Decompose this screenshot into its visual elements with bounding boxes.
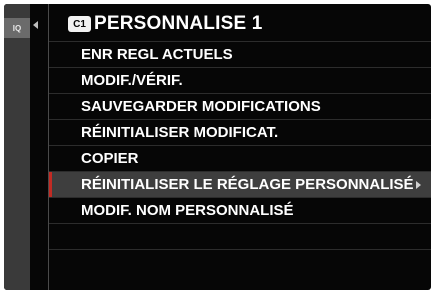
chevron-left-icon[interactable] [33, 21, 38, 29]
menu-item-edit-custom-name[interactable]: MODIF. NOM PERSONNALISÉ [49, 197, 431, 223]
menu-item-edit-check[interactable]: MODIF./VÉRIF. [49, 67, 431, 93]
menu-list: ENR REGL ACTUELS MODIF./VÉRIF. SAUVEGARD… [49, 41, 431, 275]
menu-item-label: MODIF. NOM PERSONNALISÉ [81, 202, 294, 219]
menu-item-save-current-settings[interactable]: ENR REGL ACTUELS [49, 41, 431, 67]
empty-menu-row [49, 223, 431, 249]
page-title: PERSONNALISE 1 [94, 13, 263, 34]
menu-item-save-changes[interactable]: SAUVEGARDER MODIFICATIONS [49, 93, 431, 119]
menu-item-label: COPIER [81, 150, 139, 167]
menu-item-label: SAUVEGARDER MODIFICATIONS [81, 98, 321, 115]
custom-setting-badge: C1 [68, 16, 91, 32]
menu-item-label: RÉINITIALISER LE RÉGLAGE PERSONNALISÉ [81, 176, 414, 193]
empty-menu-row [49, 249, 431, 275]
menu-item-reset-custom-setting[interactable]: RÉINITIALISER LE RÉGLAGE PERSONNALISÉ [49, 171, 431, 197]
menu-item-label: ENR REGL ACTUELS [81, 46, 233, 63]
menu-header: C1 PERSONNALISE 1 [68, 10, 263, 38]
image-quality-tab[interactable]: IQ [4, 18, 30, 38]
menu-item-reset-changes[interactable]: RÉINITIALISER MODIFICAT. [49, 119, 431, 145]
side-tab-strip: IQ [4, 4, 30, 290]
image-quality-tab-label: IQ [12, 23, 22, 33]
chevron-right-icon [416, 181, 421, 189]
camera-menu-screen: IQ C1 PERSONNALISE 1 ENR REGL ACTUELS MO… [4, 4, 431, 290]
menu-item-copy[interactable]: COPIER [49, 145, 431, 171]
menu-item-label: MODIF./VÉRIF. [81, 72, 183, 89]
menu-item-label: RÉINITIALISER MODIFICAT. [81, 124, 279, 141]
